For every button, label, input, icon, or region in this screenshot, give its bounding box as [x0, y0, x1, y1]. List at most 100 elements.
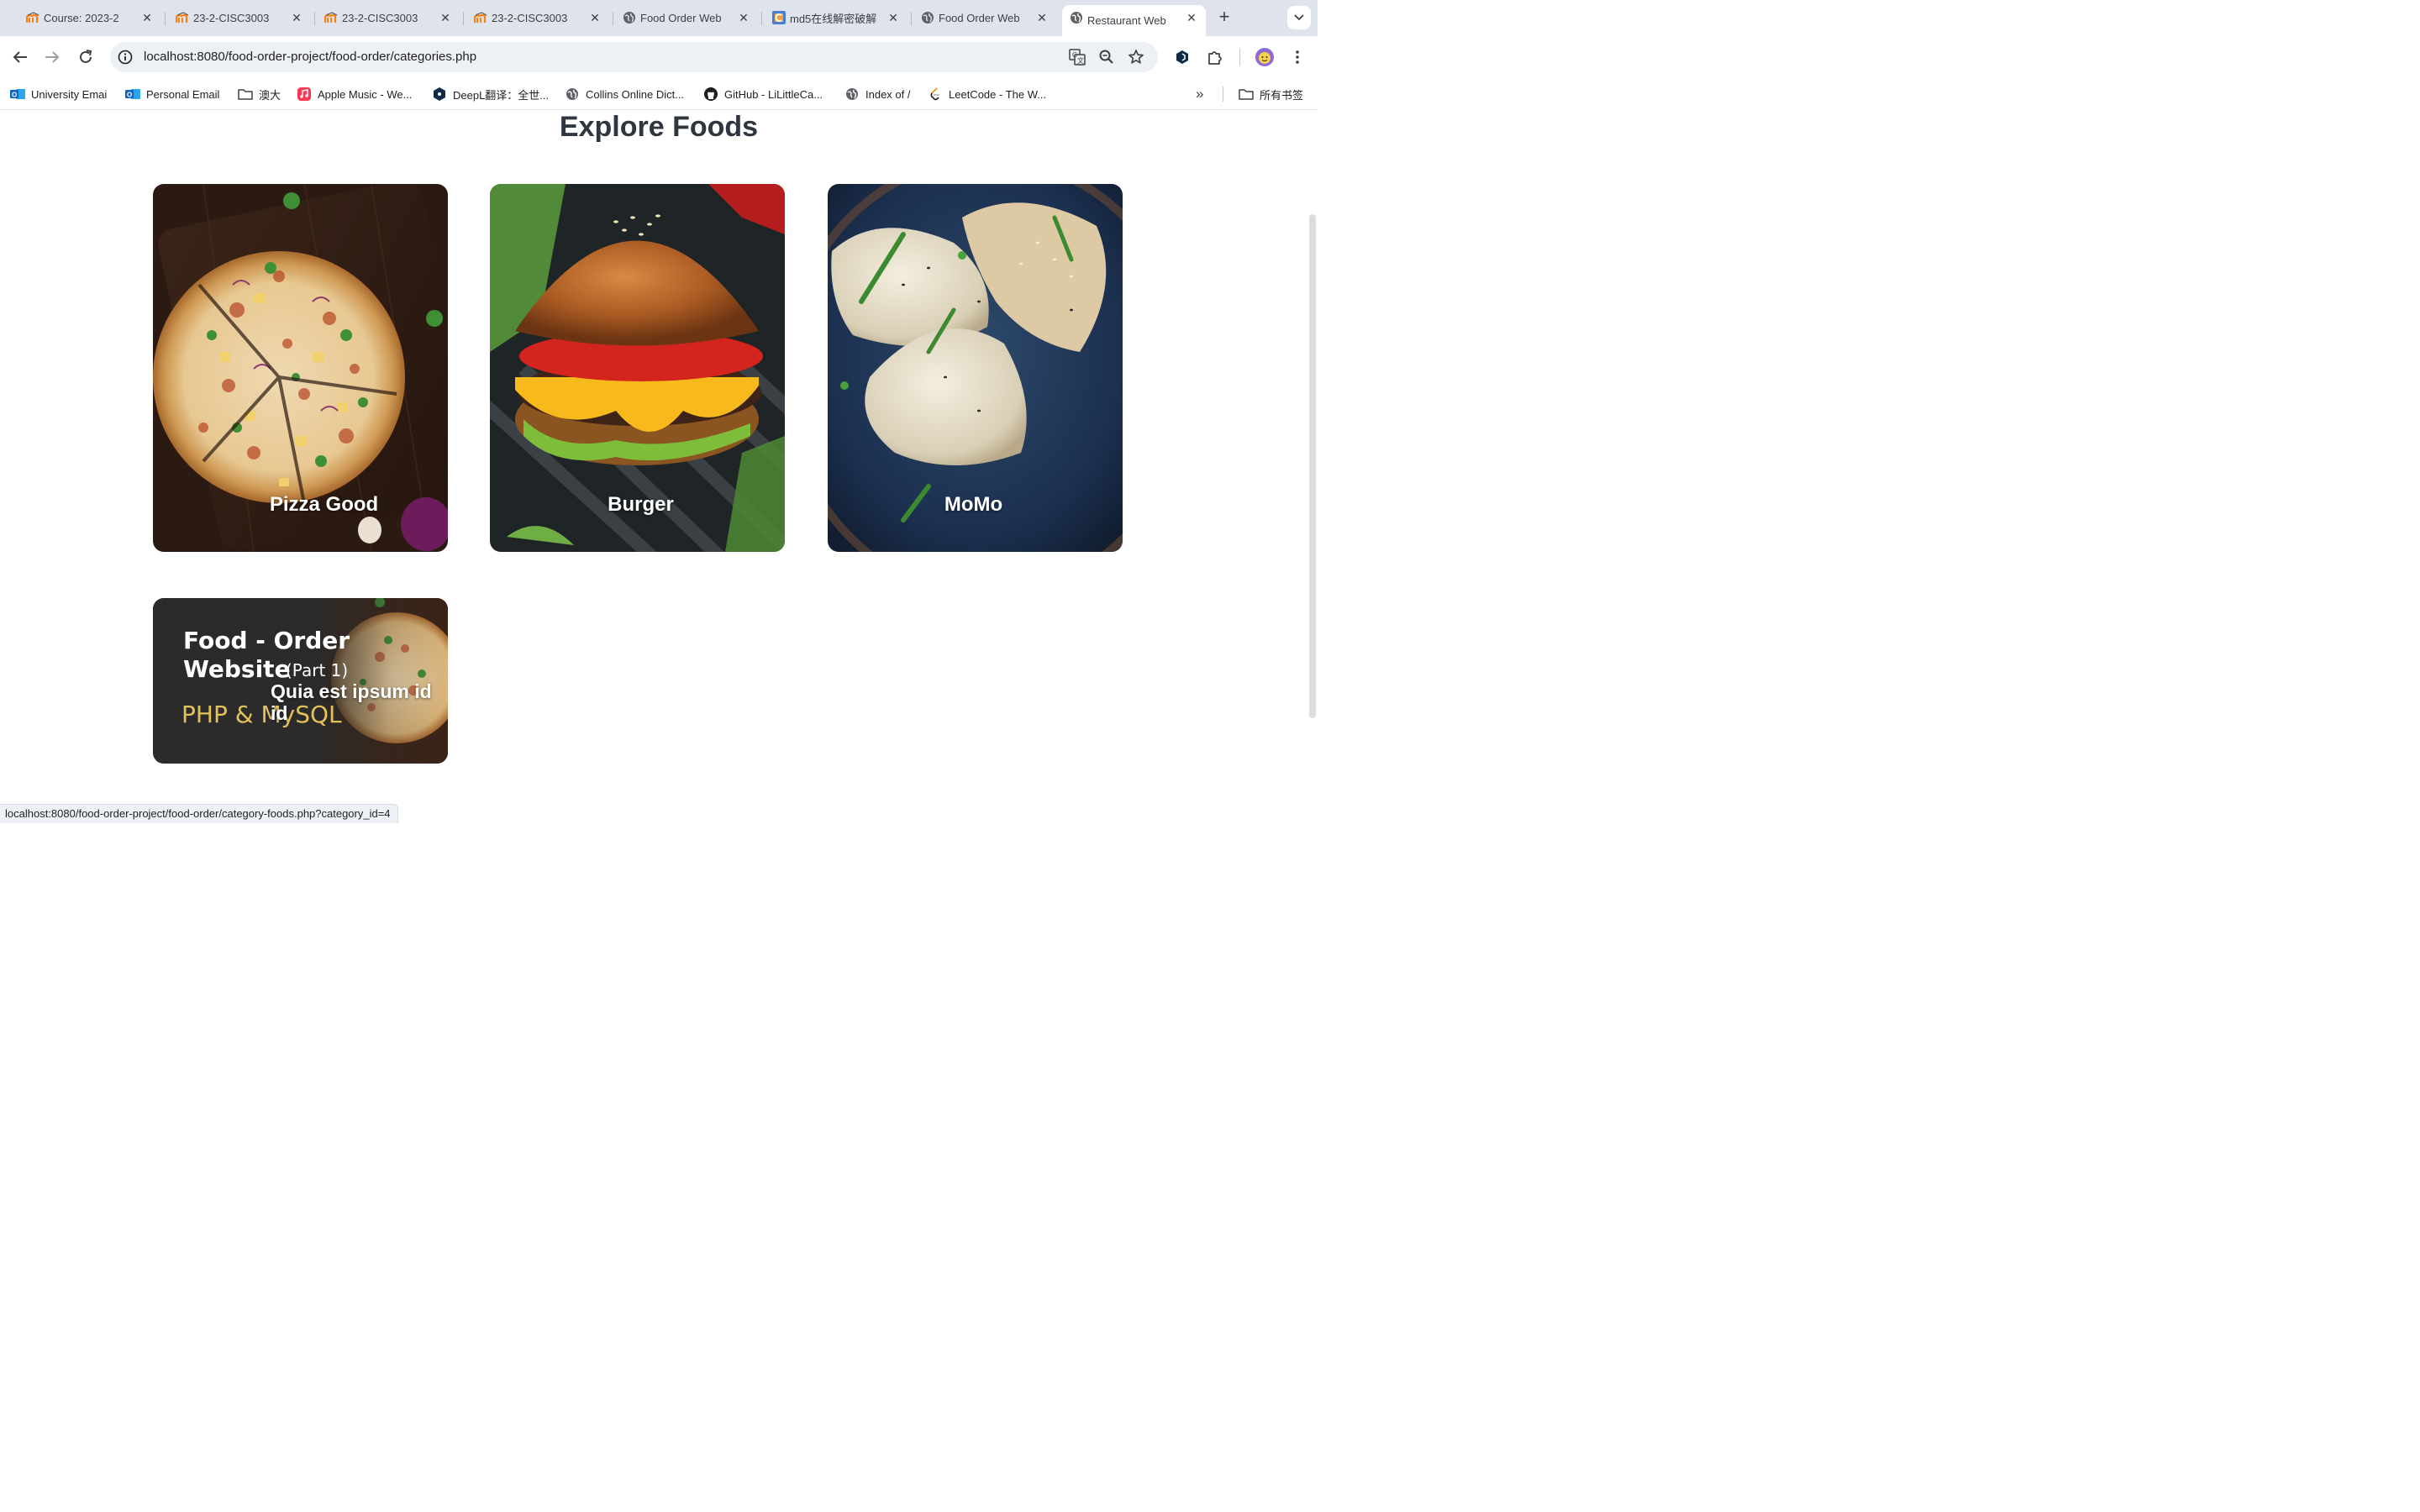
tab-md5[interactable]: md5在线解密破解 ✕	[765, 5, 908, 31]
profile-avatar-icon[interactable]	[1255, 47, 1275, 67]
tab-title: md5在线解密破解	[790, 13, 877, 25]
close-icon[interactable]: ✕	[289, 10, 304, 25]
tab-title: 23-2-CISC3003	[193, 12, 270, 24]
leetcode-icon	[928, 87, 943, 101]
close-icon[interactable]: ✕	[587, 10, 602, 25]
tab-separator	[463, 12, 464, 25]
moodle-icon	[474, 11, 487, 24]
arrow-right-icon	[45, 51, 60, 63]
category-card-pizza[interactable]: Pizza Good	[153, 184, 448, 552]
translate-icon[interactable]: G文	[1069, 49, 1086, 66]
arrow-left-icon	[13, 51, 27, 63]
close-icon[interactable]: ✕	[139, 10, 155, 25]
svg-text:O: O	[12, 92, 17, 99]
bookmark-university-email[interactable]: O University Emai	[10, 86, 107, 102]
close-icon[interactable]: ✕	[886, 10, 901, 25]
tab-title: Restaurant Web	[1087, 14, 1166, 27]
thumbnail-title-line2: Website	[183, 655, 291, 683]
outlook-icon: O	[10, 87, 25, 101]
tab-course[interactable]: Course: 2023-2 ✕	[18, 5, 161, 31]
bookmarks-bar: O University Emai O Personal Email 澳大 Ap…	[0, 78, 1318, 110]
close-icon[interactable]: ✕	[1034, 10, 1050, 25]
scrollbar-thumb[interactable]	[1309, 214, 1316, 718]
category-name: Burger	[608, 493, 674, 516]
forward-button[interactable]	[41, 46, 63, 68]
bookmark-label: Apple Music - We...	[318, 87, 413, 101]
thumbnail-part: (Part 1)	[286, 660, 349, 680]
tab-title: 23-2-CISC3003	[492, 12, 568, 24]
thumbnail-title-line1: Food - Order	[183, 627, 350, 654]
extension-shield-icon[interactable]	[1173, 48, 1192, 66]
globe-icon	[623, 11, 636, 24]
github-icon	[703, 87, 718, 101]
category-card-quia[interactable]: Food - Order Website (Part 1) PHP & MySQ…	[153, 598, 448, 764]
bookmark-star-icon[interactable]	[1128, 49, 1144, 66]
bookmark-label: 澳大	[259, 88, 281, 102]
tab-food-order-2[interactable]: Food Order Web ✕	[913, 5, 1056, 31]
tab-strip: Course: 2023-2 ✕ 23-2-CISC3003 ✕ 23-2-CI…	[0, 0, 1318, 36]
toolbar-divider	[1239, 49, 1240, 66]
tab-separator	[314, 12, 315, 25]
category-card-momo[interactable]: MoMo	[828, 184, 1123, 552]
bookmark-label: DeepL翻译：全世...	[453, 88, 550, 102]
tab-cisc3003-1[interactable]: 23-2-CISC3003 ✕	[168, 5, 311, 31]
extensions-puzzle-icon[interactable]	[1206, 48, 1224, 66]
bookmark-collins[interactable]: Collins Online Dict...	[565, 86, 684, 102]
close-icon[interactable]: ✕	[1184, 10, 1199, 25]
tab-title: Food Order Web	[640, 12, 722, 24]
url-text[interactable]: localhost:8080/food-order-project/food-o…	[144, 42, 476, 72]
close-icon[interactable]: ✕	[736, 10, 751, 25]
bookmark-index-of[interactable]: Index of /	[844, 86, 910, 102]
zoom-icon[interactable]	[1098, 49, 1115, 66]
globe-icon	[844, 87, 860, 101]
close-icon[interactable]: ✕	[438, 10, 453, 25]
cmd5-icon	[772, 11, 786, 24]
bookmarks-overflow-button[interactable]: »	[1196, 86, 1203, 102]
browser-window: Course: 2023-2 ✕ 23-2-CISC3003 ✕ 23-2-CI…	[0, 0, 1318, 823]
category-name: Pizza Good	[269, 493, 379, 516]
back-button[interactable]	[9, 46, 31, 68]
globe-icon	[1070, 11, 1083, 24]
bookmark-label: University Emai	[31, 87, 108, 101]
address-bar[interactable]: localhost:8080/food-order-project/food-o…	[110, 42, 1158, 72]
bookmark-label: 所有书签	[1260, 88, 1304, 102]
deepl-icon	[432, 87, 447, 101]
tab-cisc3003-2[interactable]: 23-2-CISC3003 ✕	[317, 5, 460, 31]
reload-button[interactable]	[75, 46, 97, 68]
tab-title: Course: 2023-2	[44, 12, 119, 24]
tab-restaurant-active[interactable]: Restaurant Web ✕	[1062, 5, 1206, 36]
bookmark-github[interactable]: GitHub - LiLittleCa...	[703, 86, 823, 102]
svg-text:O: O	[127, 92, 132, 99]
folder-icon	[238, 87, 253, 101]
tab-title: Food Order Web	[939, 12, 1020, 24]
bookmark-folder-um[interactable]: 澳大	[238, 86, 281, 102]
bookmark-leetcode[interactable]: LeetCode - The W...	[928, 86, 1046, 102]
more-menu-icon[interactable]	[1288, 48, 1307, 66]
bookmark-label: Index of /	[865, 87, 911, 101]
globe-icon	[921, 11, 934, 24]
page-scrollbar[interactable]	[1307, 214, 1318, 718]
bookmark-label: GitHub - LiLittleCa...	[724, 87, 823, 101]
browser-toolbar: localhost:8080/food-order-project/food-o…	[0, 36, 1318, 78]
page-content: Explore Foods Pizza Good Burger MoMo Foo…	[0, 110, 1318, 823]
tab-food-order-1[interactable]: Food Order Web ✕	[615, 5, 758, 31]
bookmark-apple-music[interactable]: Apple Music - We...	[297, 86, 412, 102]
new-tab-button[interactable]: +	[1214, 7, 1234, 27]
all-bookmarks-folder[interactable]: 所有书签	[1239, 86, 1303, 102]
page-title: Explore Foods	[559, 111, 759, 143]
category-name: MoMo	[944, 493, 1003, 516]
apple-music-icon	[297, 87, 312, 101]
status-bar-url: localhost:8080/food-order-project/food-o…	[0, 804, 398, 823]
tab-cisc3003-3[interactable]: 23-2-CISC3003 ✕	[466, 5, 609, 31]
chevron-down-icon	[1294, 14, 1304, 21]
outlook-icon: O	[125, 87, 140, 101]
tab-separator	[761, 12, 762, 25]
bookmark-label: LeetCode - The W...	[949, 87, 1047, 101]
bookmark-personal-email[interactable]: O Personal Email	[125, 86, 219, 102]
tab-search-button[interactable]	[1287, 6, 1311, 29]
globe-icon	[565, 87, 580, 101]
site-info-icon[interactable]	[118, 50, 133, 65]
bookmark-deepl[interactable]: DeepL翻译：全世...	[432, 86, 549, 102]
category-card-burger[interactable]: Burger	[490, 184, 785, 552]
svg-text:文: 文	[1077, 56, 1084, 65]
